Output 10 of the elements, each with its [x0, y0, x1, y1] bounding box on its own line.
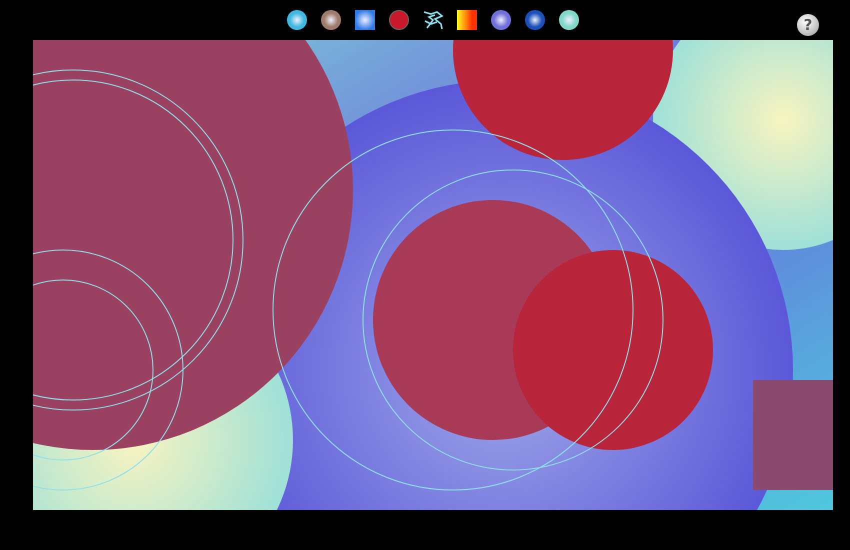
gradient-square-icon[interactable]: [457, 10, 477, 30]
sphere-icon[interactable]: [321, 10, 341, 30]
sphere-icon[interactable]: [491, 10, 511, 30]
scribble-icon[interactable]: [423, 10, 443, 30]
help-button[interactable]: ?: [797, 14, 819, 36]
sphere-icon[interactable]: [287, 10, 307, 30]
circle-icon[interactable]: [389, 10, 409, 30]
sphere-icon[interactable]: [525, 10, 545, 30]
square-icon[interactable]: [355, 10, 375, 30]
sphere-icon[interactable]: [559, 10, 579, 30]
